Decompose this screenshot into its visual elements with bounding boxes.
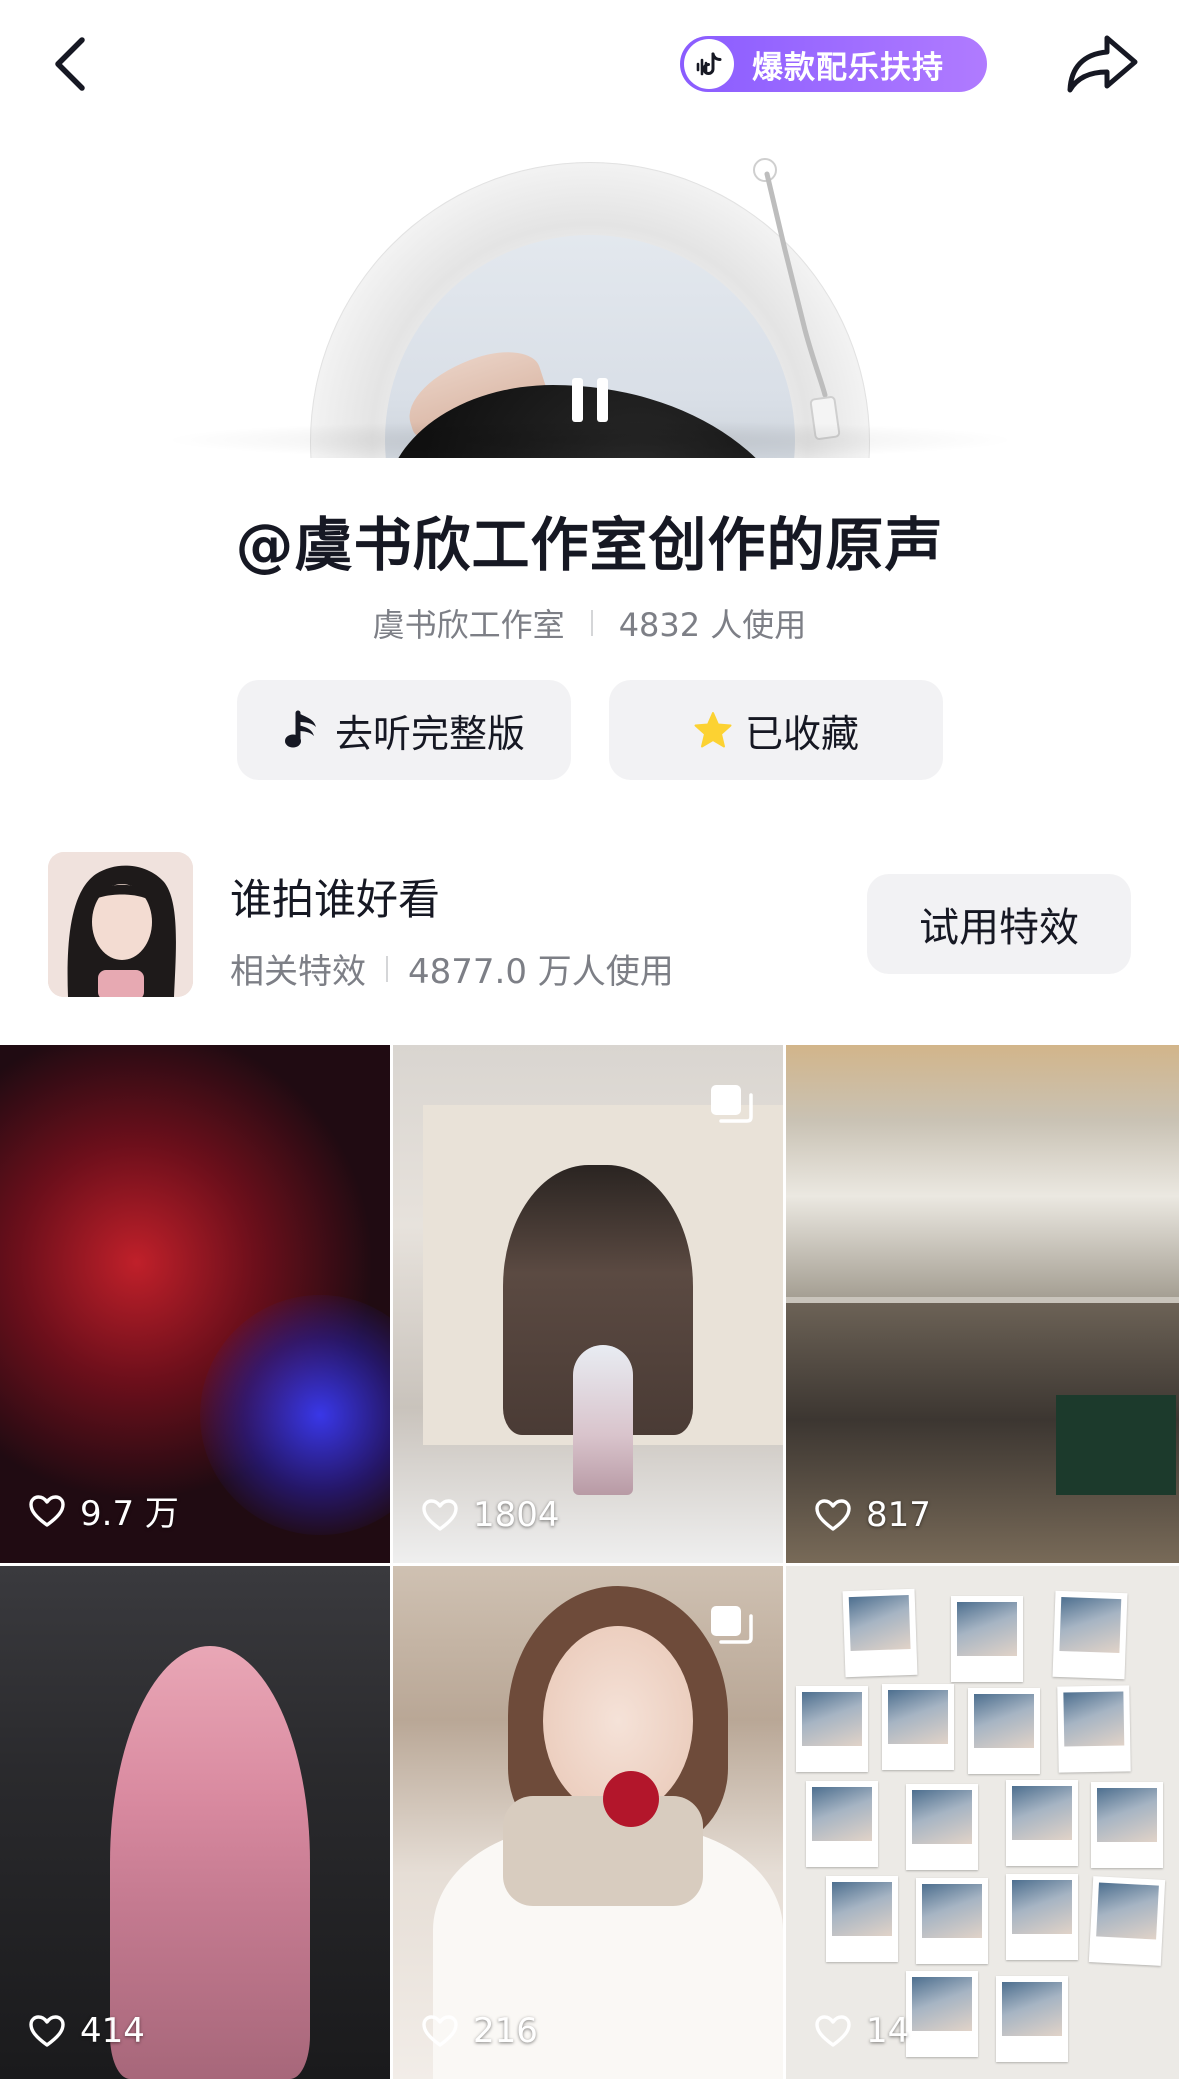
song-author[interactable]: 虞书欣工作室	[373, 600, 565, 646]
like-count-value: 1804	[473, 1495, 560, 1535]
like-count-value: 9.7 万	[80, 1494, 179, 1534]
multi-image-icon	[711, 1606, 753, 1644]
like-count-value: 216	[473, 2011, 538, 2051]
heart-icon	[422, 2015, 458, 2047]
song-meta: 虞书欣工作室 4832 人使用	[0, 600, 1179, 646]
promo-badge-label: 爆款配乐扶持	[752, 49, 944, 86]
video-grid: 9.7 万 1804 817 414 216 14	[0, 1045, 1179, 2079]
listen-full-button[interactable]: 去听完整版	[237, 680, 571, 780]
top-bar: 爆款配乐扶持	[0, 0, 1179, 130]
record-player[interactable]	[0, 140, 1179, 458]
video-tile[interactable]: 414	[0, 1566, 390, 2079]
like-count-value: 414	[80, 2011, 145, 2051]
video-tile[interactable]: 9.7 万	[0, 1045, 390, 1563]
song-usage: 4832 人使用	[618, 606, 807, 644]
song-title: @虞书欣工作室创作的原声	[235, 511, 944, 579]
favorite-button[interactable]: 已收藏	[609, 680, 943, 780]
listen-full-label: 去听完整版	[334, 711, 525, 756]
video-tile[interactable]: 1804	[393, 1045, 783, 1563]
like-count-value: 14	[866, 2011, 910, 2051]
like-count: 1804	[421, 1495, 560, 1535]
effect-tag: 相关特效	[230, 952, 366, 992]
heart-icon	[815, 1499, 851, 1531]
like-count-value: 817	[866, 1495, 931, 1535]
like-count: 9.7 万	[28, 1486, 179, 1535]
effect-name[interactable]: 谁拍谁好看	[230, 866, 440, 927]
share-button[interactable]	[1058, 28, 1148, 100]
favorite-label: 已收藏	[744, 711, 859, 756]
chevron-left-icon	[55, 37, 85, 91]
multi-image-icon	[711, 1085, 753, 1123]
heart-icon	[29, 2015, 65, 2047]
promo-badge[interactable]: 爆款配乐扶持	[680, 36, 987, 92]
pause-icon[interactable]	[572, 378, 608, 422]
music-note-icon	[283, 710, 323, 750]
divider	[386, 955, 388, 982]
douyin-logo-icon	[684, 39, 734, 89]
like-count: 414	[28, 2011, 145, 2051]
like-count: 14	[814, 2011, 909, 2051]
heart-icon	[815, 2015, 851, 2047]
effect-row[interactable]: 谁拍谁好看 相关特效 4877.0 万人使用 试用特效	[0, 852, 1179, 997]
effect-thumbnail[interactable]	[48, 852, 193, 997]
divider	[590, 610, 593, 636]
back-button[interactable]	[40, 28, 100, 100]
like-count: 817	[814, 1495, 931, 1535]
effect-usage: 4877.0 万人使用	[408, 952, 674, 992]
try-effect-button[interactable]: 试用特效	[867, 874, 1131, 974]
share-arrow-icon	[1067, 35, 1138, 93]
video-tile[interactable]: 216	[393, 1566, 783, 2079]
video-tile[interactable]: 817	[786, 1045, 1179, 1563]
star-icon	[693, 710, 733, 750]
video-tile[interactable]: 14	[786, 1566, 1179, 2079]
tonearm-icon	[753, 158, 841, 440]
like-count: 216	[421, 2011, 538, 2051]
heart-icon	[422, 1499, 458, 1531]
heart-icon	[29, 1494, 65, 1527]
effect-meta: 相关特效 4877.0 万人使用	[230, 944, 674, 993]
